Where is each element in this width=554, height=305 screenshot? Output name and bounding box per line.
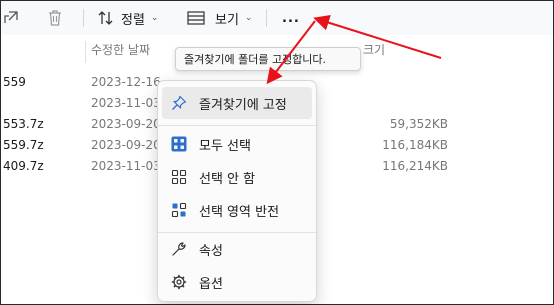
annotation-arrow-to-pin-item [266,20,316,85]
annotation-arrow-to-more-button [313,14,442,59]
annotation-overlay [266,14,442,85]
explorer-window: 정렬 ⌄ 보기 ⌄ ... 수정한 날짜 크기 559 2023-12-16 2… [0,0,554,305]
